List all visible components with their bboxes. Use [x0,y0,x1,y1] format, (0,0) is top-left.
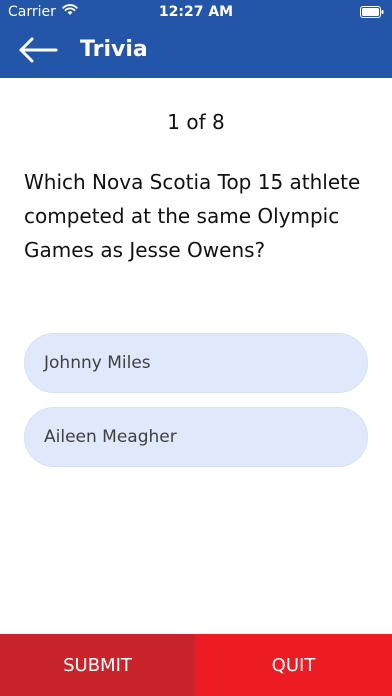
navigation-bar: Trivia [0,26,392,78]
answer-label: Johnny Miles [44,353,151,373]
top-bar: Carrier 12:27 AM Trivia [0,0,392,78]
answer-label: Aileen Meagher [44,427,177,447]
submit-button[interactable]: SUBMIT [0,634,195,696]
back-button[interactable] [16,36,60,68]
answer-option[interactable]: Aileen Meagher [24,407,368,467]
question-text: Which Nova Scotia Top 15 athlete compete… [24,170,361,262]
arrow-left-icon [18,37,58,67]
trivia-screen: Carrier 12:27 AM Trivia 1 of 8 Which Nov… [0,0,392,696]
page-title: Trivia [80,37,148,62]
status-bar: Carrier 12:27 AM [0,0,392,26]
status-time: 12:27 AM [158,4,234,20]
question-counter: 1 of 8 [167,110,225,134]
battery-icon [360,6,384,18]
answer-option[interactable]: Johnny Miles [24,333,368,393]
answer-list: Johnny Miles Aileen Meagher [24,333,368,481]
bottom-action-bar: SUBMIT QUIT [0,634,392,696]
quit-button[interactable]: QUIT [195,634,392,696]
